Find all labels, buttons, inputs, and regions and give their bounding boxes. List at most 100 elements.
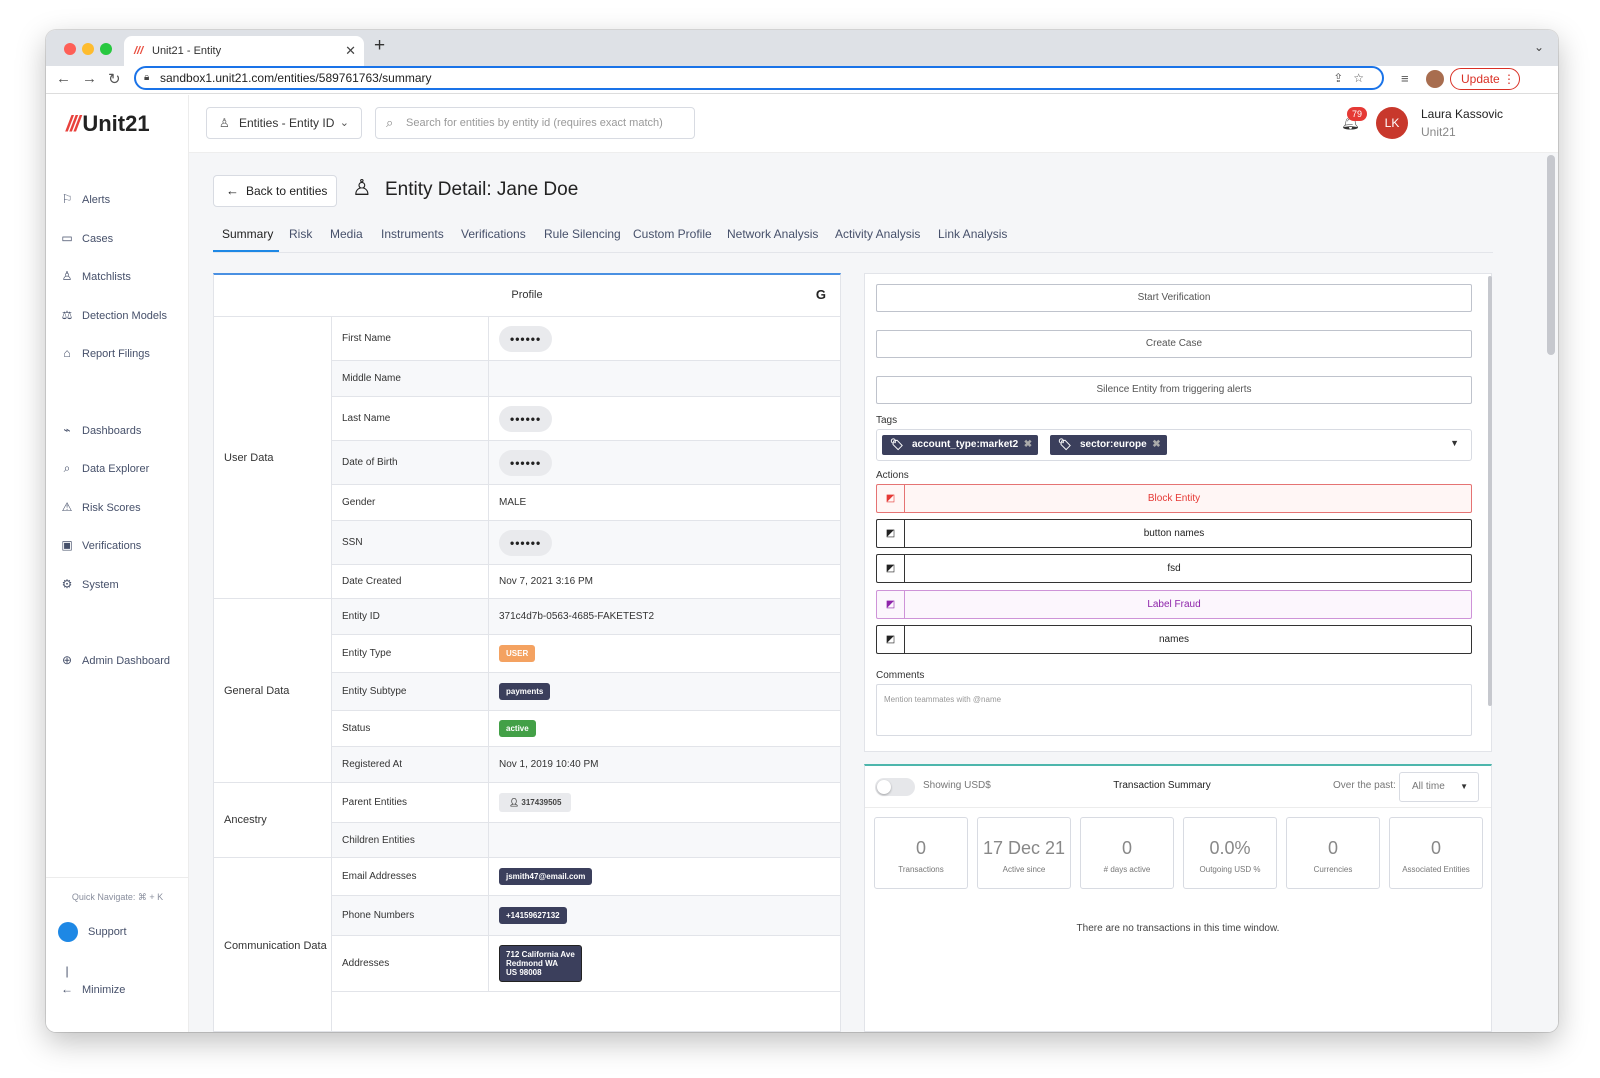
entity-search-input[interactable]: ⌕ Search for entities by entity id (requ… xyxy=(375,107,695,139)
data-search-icon: ⌕ xyxy=(63,461,71,475)
reading-list-icon[interactable]: ≡ xyxy=(1401,71,1409,86)
tag-icon: 🏷︎ xyxy=(890,439,904,451)
sidebar-item-risk-scores[interactable]: ⚠ Risk Scores xyxy=(60,498,141,516)
google-icon[interactable]: G xyxy=(816,275,826,315)
masked-value[interactable]: •••••• xyxy=(499,529,553,556)
main-scrollbar[interactable] xyxy=(1547,155,1555,355)
address-chip[interactable]: 712 California Ave Redmond WA US 98008 xyxy=(499,945,582,982)
tab-verifications[interactable]: Verifications xyxy=(461,227,526,245)
comments-input[interactable]: Mention teammates with @name xyxy=(876,684,1472,736)
back-arrow-icon[interactable]: ← xyxy=(56,70,71,87)
row-children-entities: Children Entities xyxy=(332,823,840,858)
user-name[interactable]: Laura Kassovic xyxy=(1421,107,1503,121)
block-entity-button[interactable]: ◩ Block Entity xyxy=(876,484,1472,513)
names-button[interactable]: ◩ names xyxy=(876,625,1472,654)
silence-entity-button[interactable]: Silence Entity from triggering alerts xyxy=(876,376,1472,404)
share-star-icons[interactable]: ⇪☆ xyxy=(1333,68,1374,88)
sidebar-item-matchlists[interactable]: ♙ Matchlists xyxy=(60,267,131,285)
lock-icon: 🔒︎ xyxy=(144,72,150,83)
empty-transactions-message: There are no transactions in this time w… xyxy=(1076,923,1280,934)
panel-scrollbar[interactable] xyxy=(1488,276,1492,706)
tab-media[interactable]: Media xyxy=(330,227,363,245)
start-verification-button[interactable]: Start Verification xyxy=(876,284,1472,312)
person-icon: ♙ xyxy=(352,175,372,200)
masked-value[interactable]: •••••• xyxy=(499,325,553,352)
create-case-button[interactable]: Create Case xyxy=(876,330,1472,358)
dropdown-caret-icon[interactable]: ▼ xyxy=(1450,438,1459,448)
user-avatar[interactable]: LK xyxy=(1376,107,1408,139)
sidebar-item-cases[interactable]: ▭ Cases xyxy=(60,229,113,247)
tags-label: Tags xyxy=(876,415,898,426)
phone-chip[interactable]: +14159627132 xyxy=(499,907,567,924)
forward-arrow-icon[interactable]: → xyxy=(82,70,97,87)
period-select[interactable]: All time ▼ xyxy=(1399,772,1479,802)
minimize-window-button[interactable] xyxy=(82,43,94,55)
email-chip[interactable]: jsmith47@email.com xyxy=(499,868,593,885)
minimize-sidebar-button[interactable]: |← Minimize xyxy=(60,962,125,996)
tab-custom-profile[interactable]: Custom Profile xyxy=(633,227,712,245)
sidebar-item-system[interactable]: ⚙ System xyxy=(60,575,119,593)
update-button[interactable]: Update ⋮ xyxy=(1450,68,1520,90)
masked-value[interactable]: •••••• xyxy=(499,405,553,432)
tag-chip[interactable]: 🏷︎ account_type:market2 ✖ xyxy=(882,435,1039,455)
profile-header: Profile G xyxy=(214,275,840,317)
tab-summary[interactable]: Summary xyxy=(222,227,273,245)
edit-icon: ◩ xyxy=(877,626,905,653)
tab-close-icon[interactable]: ✕ xyxy=(345,36,356,66)
notification-badge: 79 xyxy=(1347,107,1367,121)
sidebar-item-alerts[interactable]: ⚐ Alerts xyxy=(60,190,111,208)
reload-icon[interactable]: ↻ xyxy=(108,70,121,88)
arrow-left-icon: ← xyxy=(226,183,239,198)
parent-entity-chip[interactable]: 👤︎ 317439505 xyxy=(499,793,572,812)
stat-days-active: 0 # days active xyxy=(1080,817,1174,889)
sidebar: ///Unit21 ⚐ Alerts ▭ Cases ♙ Matchlists ⚖ De… xyxy=(46,95,189,1032)
sidebar-item-data-explorer[interactable]: ⌕ Data Explorer xyxy=(60,459,150,477)
tab-search-icon[interactable]: ⌄ xyxy=(1534,40,1544,54)
quick-navigate-hint: Quick Navigate: ⌘ + K xyxy=(71,892,164,902)
search-icon: ⌕ xyxy=(386,115,394,130)
tab-instruments[interactable]: Instruments xyxy=(381,227,444,245)
url-text: sandbox1.unit21.com/entities/589761763/s… xyxy=(160,71,432,85)
new-tab-icon[interactable]: + xyxy=(374,35,385,57)
row-date-created: Date Created Nov 7, 2021 3:16 PM xyxy=(332,565,840,599)
remove-tag-icon[interactable]: ✖ xyxy=(1152,435,1160,455)
address-bar[interactable]: 🔒︎ sandbox1.unit21.com/entities/58976176… xyxy=(134,66,1384,90)
tab-rule-silencing[interactable]: Rule Silencing xyxy=(544,227,621,245)
tab-activity-analysis[interactable]: Activity Analysis xyxy=(835,227,920,245)
masked-value[interactable]: •••••• xyxy=(499,449,553,476)
label-fraud-button[interactable]: ◩ Label Fraud xyxy=(876,590,1472,619)
sidebar-item-admin-dashboard[interactable]: ⊕ Admin Dashboard xyxy=(60,651,170,669)
entity-type-select[interactable]: ♙ Entities - Entity ID ⌄ xyxy=(206,107,362,139)
stat-associated-entities: 0 Associated Entities xyxy=(1389,817,1483,889)
sidebar-item-dashboards[interactable]: ⌁ Dashboards xyxy=(60,421,141,439)
fsd-button[interactable]: ◩ fsd xyxy=(876,554,1472,583)
divider xyxy=(865,807,1491,808)
browser-tab[interactable]: /// Unit21 - Entity ✕ xyxy=(124,36,364,66)
tab-link-analysis[interactable]: Link Analysis xyxy=(938,227,1007,245)
actions-label: Actions xyxy=(876,470,909,481)
back-to-entities-button[interactable]: ← Back to entities xyxy=(213,175,337,207)
stat-transactions: 0 Transactions xyxy=(874,817,968,889)
profile-avatar[interactable] xyxy=(1426,70,1444,88)
remove-tag-icon[interactable]: ✖ xyxy=(1024,435,1032,455)
sidebar-item-detection-models[interactable]: ⚖ Detection Models xyxy=(60,306,167,324)
warning-icon: ⚠ xyxy=(61,500,73,514)
tab-risk[interactable]: Risk xyxy=(289,227,312,245)
close-window-button[interactable] xyxy=(64,43,76,55)
tabs-divider xyxy=(213,252,1493,253)
row-last-name: Last Name •••••• xyxy=(332,397,840,441)
zoom-window-button[interactable] xyxy=(100,43,112,55)
browser-toolbar: ← → ↻ 🔒︎ sandbox1.unit21.com/entities/58… xyxy=(46,66,1558,94)
button-names-button[interactable]: ◩ button names xyxy=(876,519,1472,548)
globe-icon: ⊕ xyxy=(61,653,73,667)
group-communication-data: Communication Data xyxy=(214,858,332,1031)
sidebar-item-report-filings[interactable]: ⌂ Report Filings xyxy=(60,344,149,362)
tags-select[interactable]: 🏷︎ account_type:market2 ✖ 🏷︎ sector:europe ✖… xyxy=(876,429,1472,461)
tab-network-analysis[interactable]: Network Analysis xyxy=(727,227,818,245)
briefcase-icon: ▭ xyxy=(61,231,73,245)
tag-chip[interactable]: 🏷︎ sector:europe ✖ xyxy=(1050,435,1167,455)
sidebar-item-verifications[interactable]: ▣ Verifications xyxy=(60,536,141,554)
row-first-name: First Name •••••• xyxy=(332,317,840,361)
support-button[interactable]: Support xyxy=(58,921,127,943)
unit21-logo[interactable]: ///Unit21 xyxy=(66,111,150,137)
